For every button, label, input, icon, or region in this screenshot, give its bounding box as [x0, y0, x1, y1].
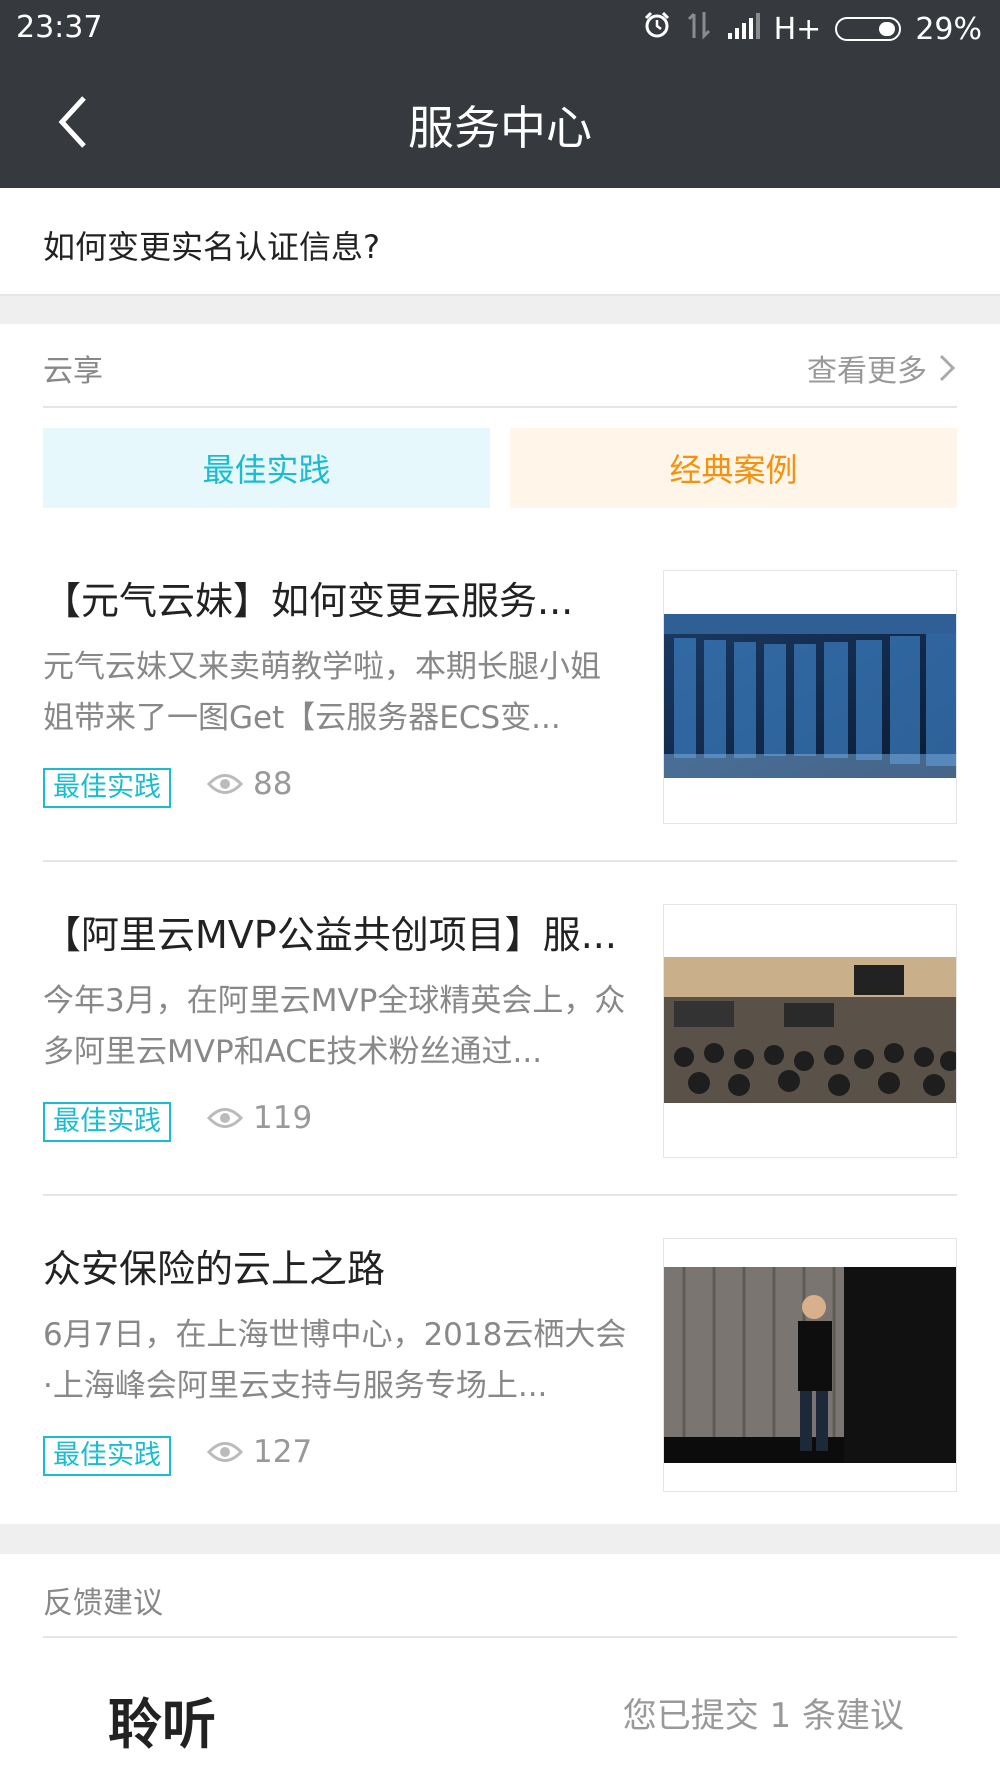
battery-percent: 29% [915, 11, 982, 47]
status-icons: H+ 29% [642, 10, 982, 48]
eye-icon [207, 1442, 243, 1462]
article-thumbnail [663, 1238, 957, 1492]
section-label: 云享 [43, 354, 103, 389]
chevron-right-icon [939, 354, 956, 382]
view-count-value: 119 [253, 1100, 313, 1136]
section-header: 云享 查看更多 [43, 324, 957, 408]
eye-icon [207, 1108, 243, 1128]
speaker-photo-image [664, 1267, 956, 1463]
article-title: 【阿里云MVP公益共创项目】服... [43, 913, 617, 957]
status-time: 23:37 [16, 10, 103, 45]
page-title: 服务中心 [408, 101, 592, 155]
status-bar: 23:37 H+ 29% [0, 0, 1000, 56]
view-count-value: 88 [253, 766, 293, 802]
section-label: 反馈建议 [43, 1586, 163, 1621]
alarm-icon [642, 10, 672, 48]
article-desc: 今年3月，在阿里云MVP全球精英会上，众多阿里云MVP和ACE技术粉丝通过... [43, 983, 626, 1070]
article-tag: 最佳实践 [43, 1436, 171, 1476]
tab-best-practice[interactable]: 最佳实践 [43, 428, 490, 508]
article-title: 众安保险的云上之路 [43, 1247, 386, 1291]
server-room-image [664, 614, 956, 778]
article-desc: 元气云妹又来卖萌教学啦，本期长腿小姐姐带来了一图Get【云服务器ECS变... [43, 649, 601, 736]
submitted-count-link[interactable]: 您已提交 1 条建议 [623, 1688, 904, 1737]
nav-bar: 服务中心 [0, 56, 1000, 188]
category-tabs: 最佳实践 经典案例 [43, 428, 957, 508]
question-text: 如何变更实名认证信息? [43, 228, 380, 266]
view-count: 127 [207, 1434, 312, 1470]
listen-title: 聆听 [108, 1693, 216, 1756]
article-title: 【元气云妹】如何变更云服务... [43, 579, 574, 623]
article-desc: 6月7日，在上海世博中心，2018云栖大会·上海峰会阿里云支持与服务专场上... [43, 1317, 627, 1404]
question-row[interactable]: 如何变更实名认证信息? [0, 188, 1000, 296]
view-count-value: 127 [253, 1434, 313, 1470]
view-more-link[interactable]: 查看更多 [807, 346, 957, 390]
view-count: 88 [207, 766, 292, 802]
view-count: 119 [207, 1100, 312, 1136]
feedback-section: 反馈建议 聆听 您已提交 1 条建议 [0, 1554, 1000, 1778]
conference-photo-image [664, 957, 956, 1103]
network-type: H+ [773, 11, 822, 47]
battery-icon [835, 17, 902, 41]
divider [0, 294, 1000, 296]
article-item[interactable]: 【阿里云MVP公益共创项目】服... 今年3月，在阿里云MVP全球精英会上，众多… [43, 862, 957, 1196]
article-tag: 最佳实践 [43, 768, 171, 808]
article-tag: 最佳实践 [43, 1102, 171, 1142]
signal-icon [726, 12, 760, 47]
article-thumbnail [663, 904, 957, 1158]
data-arrows-icon [686, 10, 712, 48]
eye-icon [207, 774, 243, 794]
view-more-label: 查看更多 [807, 354, 927, 389]
section-header: 反馈建议 [43, 1554, 957, 1638]
article-item[interactable]: 【元气云妹】如何变更云服务... 元气云妹又来卖萌教学啦，本期长腿小姐姐带来了一… [43, 528, 957, 862]
yunxiang-section: 云享 查看更多 最佳实践 经典案例 【元气云妹】如何变更云服务... 元气云妹又… [0, 324, 1000, 1524]
article-thumbnail [663, 570, 957, 824]
tab-classic-case[interactable]: 经典案例 [510, 428, 957, 508]
article-item[interactable]: 众安保险的云上之路 6月7日，在上海世博中心，2018云栖大会·上海峰会阿里云支… [43, 1196, 957, 1530]
